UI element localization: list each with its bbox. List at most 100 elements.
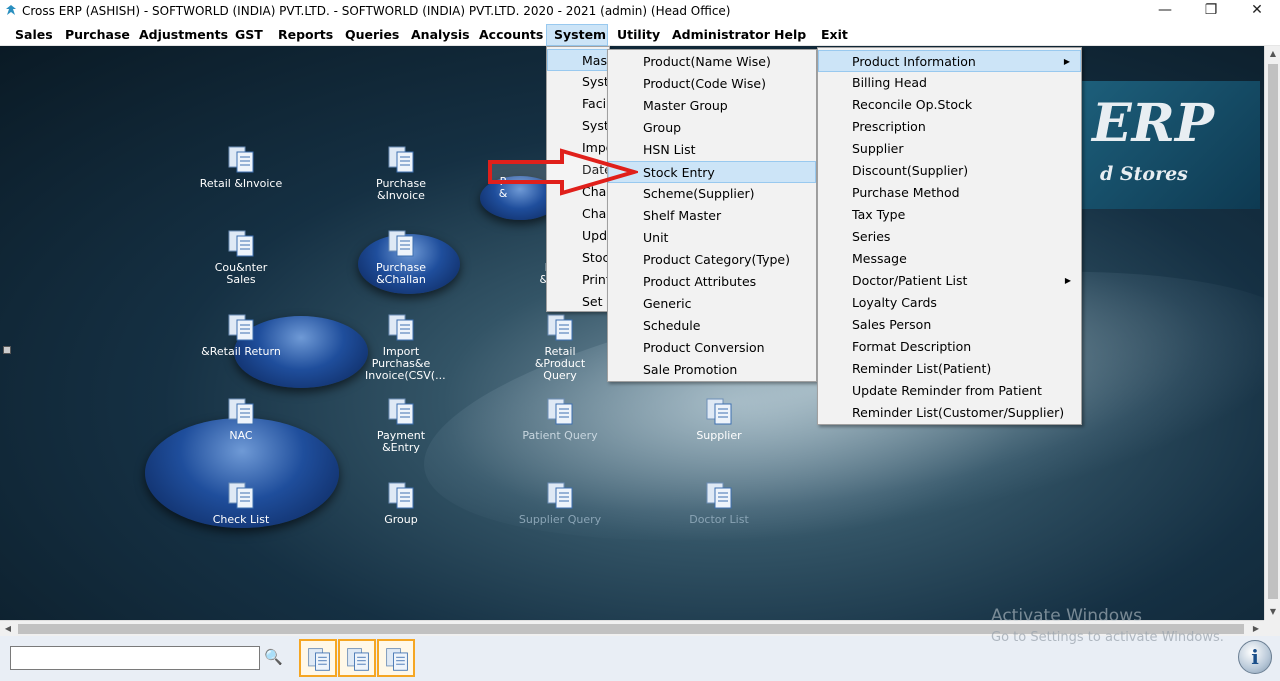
scroll-thumb[interactable] <box>1268 64 1278 599</box>
vertical-scrollbar[interactable]: ▲ ▼ <box>1264 46 1280 620</box>
product-info-menu-item[interactable]: Reminder List(Customer/Supplier) <box>818 402 1081 424</box>
master-menu-item[interactable]: Product(Code Wise) <box>608 73 816 95</box>
activation-watermark-text: Go to Settings to activate Windows. <box>991 630 1224 645</box>
menu-administrator[interactable]: Administrator <box>672 25 770 45</box>
quick-launch-button[interactable] <box>377 639 415 677</box>
menu-reports[interactable]: Reports <box>278 25 333 45</box>
menu-utility[interactable]: Utility <box>617 25 660 45</box>
master-menu-item[interactable]: Product Attributes <box>608 271 816 293</box>
shortcut-label: Check List <box>212 513 270 526</box>
master-menu-item[interactable]: Generic <box>608 293 816 315</box>
master-menu-item[interactable]: Unit <box>608 227 816 249</box>
window-title: Cross ERP (ASHISH) - SOFTWORLD (INDIA) P… <box>22 4 731 18</box>
shortcut-group[interactable]: Group <box>346 480 456 526</box>
restore-icon[interactable]: ❐ <box>1188 0 1234 22</box>
menu-queries[interactable]: Queries <box>345 25 399 45</box>
minimize-icon[interactable]: — <box>1142 0 1188 22</box>
product-info-menu-item[interactable]: Message <box>818 248 1081 270</box>
menu-help[interactable]: Help <box>774 25 806 45</box>
product-info-menu-item[interactable]: Supplier <box>818 138 1081 160</box>
shortcut-purchase-challan[interactable]: Purchase &Challan <box>346 228 456 286</box>
menu-exit[interactable]: Exit <box>821 25 848 45</box>
product-info-menu-item[interactable]: Reconcile Op.Stock <box>818 94 1081 116</box>
master-menu-item[interactable]: Product(Name Wise) <box>608 51 816 73</box>
product-info-menu-item-doctor-patient-list[interactable]: Doctor/Patient List ▶ <box>818 270 1081 292</box>
menu-analysis[interactable]: Analysis <box>411 25 470 45</box>
scroll-down-icon[interactable]: ▼ <box>1265 604 1280 620</box>
red-arrow-annotation <box>488 148 638 196</box>
master-menu-item[interactable]: Product Category(Type) <box>608 249 816 271</box>
system-menu-item[interactable]: Syste <box>547 71 609 93</box>
master-menu-item[interactable]: Sale Promotion <box>608 359 816 381</box>
menu-purchase[interactable]: Purchase <box>65 25 130 45</box>
magnifier-icon[interactable]: 🔍 <box>264 648 283 668</box>
document-icon <box>228 398 254 425</box>
shortcut-import-purchase[interactable]: Import Purchas&e Invoice(CSV(... <box>346 312 456 382</box>
product-info-menu-item[interactable]: Billing Head <box>818 72 1081 94</box>
system-menu-item[interactable]: Print <box>547 269 609 291</box>
system-menu-item[interactable]: Syste <box>547 115 609 137</box>
menu-sales[interactable]: Sales <box>15 25 53 45</box>
shortcut-label: Import Purchas&e Invoice(CSV(... <box>365 345 446 382</box>
shortcut-label: Group <box>384 513 418 526</box>
menu-system[interactable]: System <box>546 24 608 46</box>
menu-adjustments[interactable]: Adjustments <box>139 25 228 45</box>
master-menu-item[interactable]: Schedule <box>608 315 816 337</box>
search-input[interactable] <box>10 646 260 670</box>
quick-launch-button[interactable] <box>338 639 376 677</box>
shortcut-supplier[interactable]: Supplier <box>664 396 774 442</box>
document-icon <box>386 648 408 671</box>
product-info-menu-item[interactable]: Discount(Supplier) <box>818 160 1081 182</box>
product-info-menu-item[interactable]: Tax Type <box>818 204 1081 226</box>
master-menu-item[interactable]: HSN List <box>608 139 816 161</box>
shortcut-purchase-invoice[interactable]: Purchase &Invoice <box>346 144 456 202</box>
scroll-left-icon[interactable]: ◀ <box>0 621 16 637</box>
product-info-menu-item-product-information[interactable]: Product Information ▶ <box>818 50 1081 72</box>
quick-launch-button[interactable] <box>299 639 337 677</box>
close-icon[interactable]: ✕ <box>1234 0 1280 22</box>
master-menu-item-stock-entry[interactable]: Stock Entry <box>608 161 816 183</box>
product-info-menu-item[interactable]: Purchase Method <box>818 182 1081 204</box>
product-info-menu-item[interactable]: Sales Person <box>818 314 1081 336</box>
shortcut-payment-entry[interactable]: Payment &Entry <box>346 396 456 454</box>
system-menu-item[interactable]: Mast <box>547 49 609 71</box>
product-info-menu-item[interactable]: Update Reminder from Patient <box>818 380 1081 402</box>
shortcut-retail-return[interactable]: &Retail Return <box>186 312 296 358</box>
document-icon <box>388 146 414 173</box>
product-info-menu-item[interactable]: Reminder List(Patient) <box>818 358 1081 380</box>
system-menu-item[interactable]: Facil <box>547 93 609 115</box>
info-icon[interactable]: i <box>1238 640 1272 674</box>
shortcut-nac[interactable]: NAC <box>186 396 296 442</box>
product-info-menu-item[interactable]: Loyalty Cards <box>818 292 1081 314</box>
system-menu-item[interactable]: Upda <box>547 225 609 247</box>
document-icon <box>547 482 573 509</box>
scroll-up-icon[interactable]: ▲ <box>1265 46 1280 62</box>
menu-accounts[interactable]: Accounts <box>479 25 543 45</box>
logo-text: ERP <box>1092 93 1214 154</box>
system-menu-item[interactable]: Chan <box>547 203 609 225</box>
system-menu-item[interactable]: Stock <box>547 247 609 269</box>
shortcut-retail-invoice[interactable]: Retail &Invoice <box>186 144 296 190</box>
shortcut-check-list[interactable]: Check List <box>186 480 296 526</box>
master-menu-item[interactable]: Master Group <box>608 95 816 117</box>
submenu-arrow-icon: ▶ <box>1064 276 1071 285</box>
splitter-handle[interactable] <box>3 346 11 354</box>
product-info-menu-item[interactable]: Series <box>818 226 1081 248</box>
master-menu-item[interactable]: Product Conversion <box>608 337 816 359</box>
scroll-right-icon[interactable]: ▶ <box>1248 621 1264 637</box>
master-menu-item[interactable]: Shelf Master <box>608 205 816 227</box>
shortcut-label: Retail &Product Query <box>534 345 586 382</box>
document-icon <box>706 482 732 509</box>
shortcut-doctor-list[interactable]: Doctor List <box>664 480 774 526</box>
shortcut-supplier-query[interactable]: Supplier Query <box>505 480 615 526</box>
menu-gst[interactable]: GST <box>235 25 263 45</box>
master-menu-item[interactable]: Scheme(Supplier) <box>608 183 816 205</box>
shortcut-retail-product-query[interactable]: Retail &Product Query <box>505 312 615 382</box>
product-info-menu-item[interactable]: Format Description <box>818 336 1081 358</box>
system-menu-item[interactable]: Set C <box>547 291 609 313</box>
shortcut-counter-sales[interactable]: Cou&nter Sales <box>186 228 296 286</box>
shortcut-patient-query[interactable]: Patient Query <box>505 396 615 442</box>
product-info-menu-item[interactable]: Prescription <box>818 116 1081 138</box>
master-menu-item[interactable]: Group <box>608 117 816 139</box>
submenu-arrow-icon: ▶ <box>1063 57 1070 66</box>
